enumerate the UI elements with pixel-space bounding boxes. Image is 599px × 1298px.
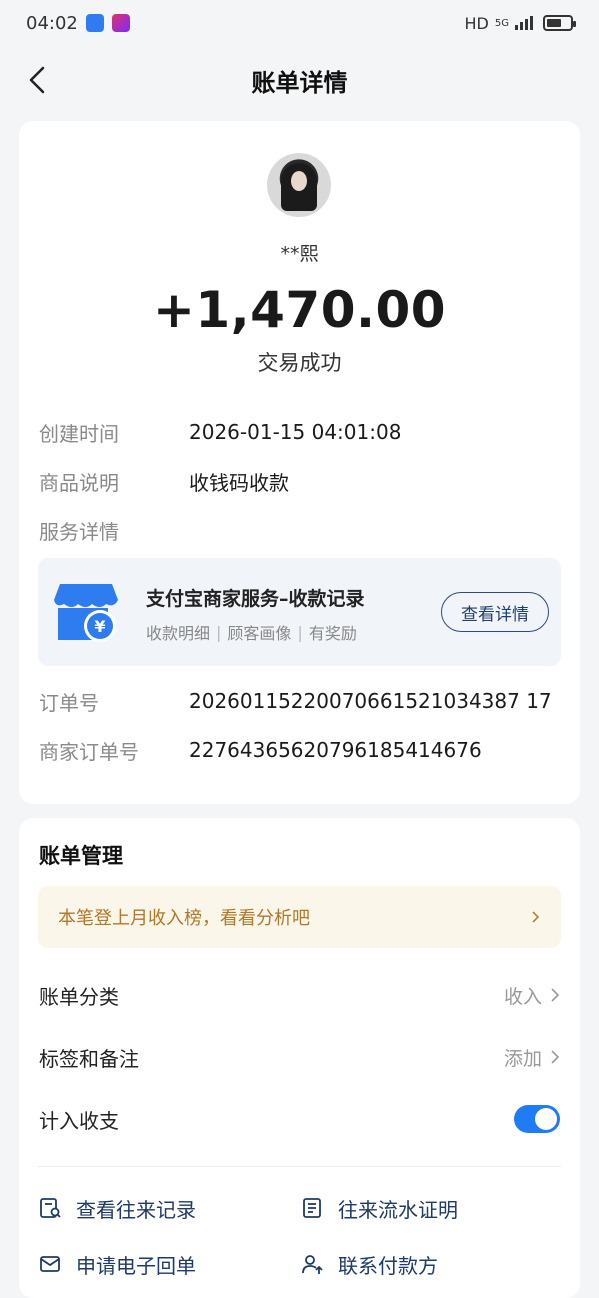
electronic-receipt-label: 申请电子回单 xyxy=(76,1253,196,1278)
view-history-link[interactable]: 查看往来记录 xyxy=(38,1192,196,1224)
bill-category-row[interactable]: 账单分类 收入 xyxy=(39,977,560,1013)
mail-icon xyxy=(40,1256,60,1272)
income-rank-tip[interactable]: 本笔登上月收入榜，看看分析吧 xyxy=(38,886,561,948)
shop-icon: ¥ xyxy=(54,584,118,642)
contact-person-icon xyxy=(302,1255,323,1274)
created-time-value: 2026-01-15 04:01:08 xyxy=(189,420,402,444)
service-tag: 有奖励 xyxy=(308,624,357,643)
view-detail-button[interactable]: 查看详情 xyxy=(441,592,549,632)
svg-text:¥: ¥ xyxy=(94,617,105,636)
include-in-stats-row: 计入收支 xyxy=(39,1101,560,1137)
order-number-label: 订单号 xyxy=(39,690,99,715)
product-value: 收钱码收款 xyxy=(189,470,289,495)
section-title: 账单管理 xyxy=(39,844,123,868)
include-in-stats-toggle[interactable] xyxy=(514,1105,560,1133)
chevron-right-icon xyxy=(532,911,540,923)
avatar xyxy=(267,153,331,217)
view-history-label: 查看往来记录 xyxy=(76,1197,196,1222)
nav-bar: 账单详情 xyxy=(0,50,599,110)
include-in-stats-label: 计入收支 xyxy=(39,1108,119,1133)
order-number-value: 20260115220070661521034387 17 xyxy=(189,689,552,713)
back-icon[interactable] xyxy=(24,64,54,96)
network-hd-label: HD xyxy=(464,13,489,33)
bill-category-label: 账单分类 xyxy=(39,984,119,1009)
service-tag: 顾客画像 xyxy=(227,624,292,643)
merchant-order-label: 商家订单号 xyxy=(39,739,139,764)
service-title: 支付宝商家服务–收款记录 xyxy=(146,588,365,610)
bill-detail-card: **熙 +1,470.00 交易成功 创建时间 2026-01-15 04:01… xyxy=(19,121,580,804)
merchant-order-value: 22764365620796185414676 xyxy=(189,738,482,762)
divider xyxy=(38,1166,561,1167)
merchant-service-card[interactable]: ¥ 支付宝商家服务–收款记录 收款明细 | 顾客画像 | 有奖励 查看详情 xyxy=(38,558,561,666)
app-notification-icon xyxy=(85,14,104,32)
signal-5g-label: 5G xyxy=(494,17,509,29)
document-icon xyxy=(303,1198,321,1218)
merchant-order-row: 商家订单号 22764365620796185414676 xyxy=(39,735,560,765)
battery-icon xyxy=(543,15,576,31)
service-detail-row: 服务详情 xyxy=(39,515,560,545)
product-label: 商品说明 xyxy=(39,470,119,495)
tag-note-label: 标签和备注 xyxy=(39,1046,139,1071)
contact-payer-label: 联系付款方 xyxy=(338,1253,438,1278)
counterparty-name: **熙 xyxy=(280,243,319,265)
bill-management-card: 账单管理 本笔登上月收入榜，看看分析吧 账单分类 收入 标签和备注 添加 计入收… xyxy=(19,818,580,1298)
service-tag: 收款明细 xyxy=(146,624,211,643)
status-bar: 04:02 HD 5G xyxy=(0,0,599,46)
order-number-row: 订单号 20260115220070661521034387 17 xyxy=(39,686,560,716)
service-tags: 收款明细 | 顾客画像 | 有奖励 xyxy=(146,620,357,644)
chevron-right-icon xyxy=(551,1050,560,1064)
contact-payer-link[interactable]: 联系付款方 xyxy=(300,1248,438,1280)
signal-icon xyxy=(515,16,533,30)
page-title: 账单详情 xyxy=(251,68,348,97)
status-time: 04:02 xyxy=(26,12,78,34)
created-time-row: 创建时间 2026-01-15 04:01:08 xyxy=(39,417,560,447)
product-row: 商品说明 收钱码收款 xyxy=(39,466,560,496)
electronic-receipt-link[interactable]: 申请电子回单 xyxy=(38,1248,196,1280)
chevron-right-icon xyxy=(551,988,560,1002)
bill-category-value: 收入 xyxy=(503,985,542,1008)
record-search-icon xyxy=(40,1198,61,1218)
video-app-icon xyxy=(111,14,130,32)
transaction-proof-link[interactable]: 往来流水证明 xyxy=(300,1192,458,1224)
created-time-label: 创建时间 xyxy=(39,421,119,446)
tip-text: 本笔登上月收入榜，看看分析吧 xyxy=(58,908,310,929)
transaction-proof-label: 往来流水证明 xyxy=(338,1197,458,1222)
tag-note-row[interactable]: 标签和备注 添加 xyxy=(39,1039,560,1075)
amount: +1,470.00 xyxy=(152,281,447,339)
tag-note-value: 添加 xyxy=(503,1047,542,1070)
transaction-status: 交易成功 xyxy=(257,351,342,375)
service-detail-label: 服务详情 xyxy=(39,519,119,544)
